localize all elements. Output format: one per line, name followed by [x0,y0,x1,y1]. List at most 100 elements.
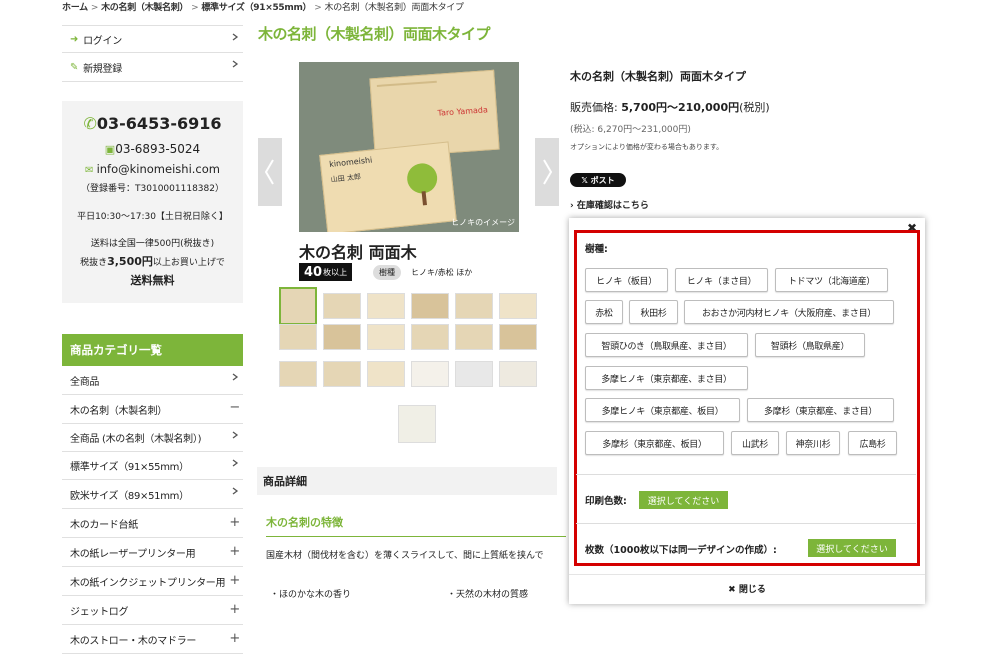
front-card: kinomeishi 山田 太郎 [319,141,457,232]
thumbnail-image[interactable] [455,324,493,350]
popup-divider [576,474,916,475]
feature-heading: 木の名刺の特徴 [266,516,343,529]
thumbnail-image[interactable] [323,361,361,387]
species-option[interactable]: 智頭杉（鳥取県産） [755,333,865,357]
breadcrumb-home[interactable]: ホーム [62,3,88,13]
chevron-right-icon[interactable] [231,431,239,439]
thumbnail-image[interactable] [279,324,317,350]
breadcrumb: ホーム > 木の名刺（木製名刺） > 標準サイズ（91×55mm） > 木の名刺（木製名刺）… [62,3,464,13]
feature-divider [266,536,566,537]
category-item[interactable]: ジェットログ + [62,596,243,625]
breadcrumb-category[interactable]: 木の名刺（木製名刺） [101,3,188,13]
chevron-right-icon [232,33,239,41]
tax-price: (税込: 6,270円～231,000円) [570,125,691,135]
gallery-next-button[interactable] [535,138,559,206]
plus-icon[interactable]: + [229,632,240,645]
chevron-left-icon [264,159,274,185]
category-item[interactable]: 標準サイズ（91×55mm） [62,452,243,480]
chevron-right-icon[interactable] [231,487,239,495]
category-item[interactable]: 欧米サイズ（89×51mm） [62,480,243,509]
shipping-threshold: 税抜き3,500円以上お買い上げで [80,255,225,268]
plus-icon[interactable]: + [229,545,240,558]
thumbnail-image[interactable] [499,361,537,387]
breadcrumb-subcategory[interactable]: 標準サイズ（91×55mm） [201,3,311,13]
product-main-image[interactable]: Taro Yamada kinomeishi 山田 太郎 ヒノキのイメージ [299,62,519,232]
species-option[interactable]: 多摩杉（東京都産、まさ目） [747,398,894,422]
category-label: 木の紙レーザープリンター用 [70,548,196,560]
thumbnail-image[interactable] [411,324,449,350]
login-link[interactable]: ➜ ログイン [62,25,243,53]
species-option[interactable]: 智頭ひのき（鳥取県産、まさ目） [585,333,748,357]
category-label: 木の名刺（木製名刺） [70,405,167,417]
fax-icon: ▣ [104,143,116,156]
species-option[interactable]: 神奈川杉 [786,431,840,455]
category-item[interactable]: 木の名刺（木製名刺） − [62,395,243,424]
thumbnail-image[interactable] [367,293,405,319]
phone-icon: ✆ [83,114,97,133]
email-link[interactable]: ✉ info@kinomeishi.com [62,162,243,176]
category-item[interactable]: 木の紙インクジェットプリンター用 + [62,567,243,596]
minus-icon[interactable]: − [229,401,240,414]
thumbnail-image[interactable] [397,405,436,443]
popup-close-button[interactable]: ✖ 閉じる [569,582,925,595]
species-option[interactable]: ヒノキ（まさ目） [675,268,768,292]
category-label: 木のカード台紙 [70,519,138,531]
tree-icon [405,161,439,195]
category-item[interactable]: 木のカード台紙 + [62,509,243,538]
thumbnail-image[interactable] [455,361,493,387]
species-option[interactable]: 広島杉 [848,431,897,455]
thumbnail-image[interactable] [411,293,449,319]
close-icon: ✖ [728,585,739,595]
thumbnail-image[interactable] [499,293,537,319]
plus-icon[interactable]: + [229,603,240,616]
chevron-right-icon [543,159,553,185]
x-post-button[interactable]: 𝕏 ポスト [570,173,626,187]
species-option[interactable]: おおさか河内材ヒノキ（大阪府産、まさ目） [684,300,894,324]
shipping-note: 送料は全国一律500円(税抜き) [90,239,215,249]
species-option[interactable]: 秋田杉 [629,300,678,324]
chevron-right-icon[interactable] [231,459,239,467]
category-item[interactable]: 全商品 [62,366,243,395]
popup-divider [576,523,916,524]
category-item[interactable]: 全商品 (木の名刺（木製名刺）) [62,424,243,452]
quantity-select[interactable]: 選択してください [808,539,896,557]
category-item[interactable]: 木の紙レーザープリンター用 + [62,538,243,567]
thumbnail-image[interactable] [367,324,405,350]
thumbnail-image[interactable] [279,287,317,325]
plus-icon[interactable]: + [229,516,240,529]
thumbnail-image[interactable] [455,293,493,319]
category-item[interactable]: 木のストロー・木のマドラー + [62,625,243,654]
thumbnail-image[interactable] [499,324,537,350]
popup-footer-divider [569,574,925,575]
gallery-prev-button[interactable] [258,138,282,206]
species-option[interactable]: 多摩ヒノキ（東京都産、板目） [585,398,740,422]
category-label: 木のストロー・木のマドラー [70,635,197,647]
category-label: 全商品 (木の名刺（木製名刺）) [70,434,202,445]
species-option[interactable]: トドマツ（北海道産） [775,268,888,292]
stock-check-link[interactable]: › 在庫確認はこちら [570,198,649,211]
thumbnail-image[interactable] [367,361,405,387]
register-label: 新規登録 [83,63,122,75]
species-option[interactable]: 赤松 [585,300,623,324]
plus-icon[interactable]: + [229,574,240,587]
species-option[interactable]: ヒノキ（板目） [585,268,668,292]
print-color-select[interactable]: 選択してください [639,491,728,509]
chevron-right-icon[interactable] [231,373,239,381]
category-header: 商品カテゴリ一覧 [62,334,243,366]
species-label: 樹種: [585,244,608,255]
business-hours: 平日10:30～17:30【土日祝日除く】 [77,212,228,222]
thumbnail-image[interactable] [411,361,449,387]
thumbnail-image[interactable] [323,293,361,319]
quantity-badge: 40 枚以上 [299,263,353,281]
register-link[interactable]: ✎ 新規登録 [62,53,243,82]
species-option[interactable]: 山武杉 [731,431,779,455]
category-label: 標準サイズ（91×55mm） [70,462,189,473]
pencil-icon: ✎ [70,61,79,73]
category-label: 全商品 [70,376,100,388]
species-option[interactable]: 多摩ヒノキ（東京都産、まさ目） [585,366,748,390]
species-option[interactable]: 多摩杉（東京都産、板目） [585,431,724,455]
phone-number[interactable]: ✆03-6453-6916 [62,114,243,133]
thumbnail-image[interactable] [323,324,361,350]
thumbnail-image[interactable] [279,361,317,387]
option-note: オプションにより価格が変わる場合もあります。 [570,143,724,151]
